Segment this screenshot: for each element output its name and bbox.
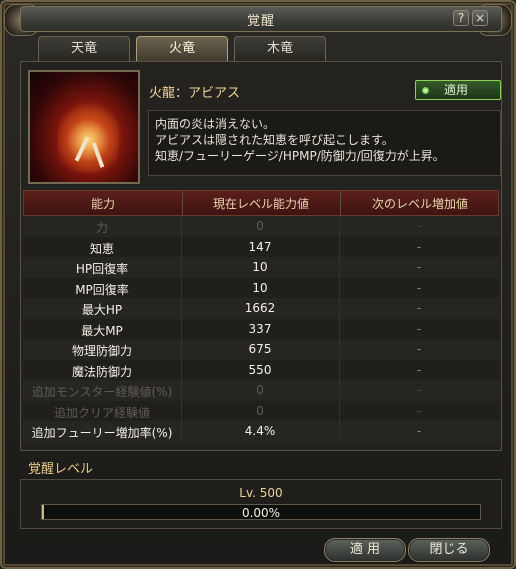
ability-name-cell: 追加モンスター経験値(%) — [31, 385, 173, 399]
table-row: 追加モンスター経験値(%) 0 - — [23, 380, 499, 401]
column-divider — [182, 191, 183, 215]
ability-name-cell: 力 — [95, 221, 108, 235]
column-divider — [339, 318, 340, 339]
column-divider — [340, 191, 341, 215]
current-value-cell: 550 — [248, 362, 272, 377]
help-button[interactable]: ? — [453, 10, 469, 26]
awakening-window: 覚醒 ? × 天竜 火竜 木竜 火龍：アビアス 適用 内面の炎は消えない。 アビ… — [0, 0, 516, 569]
table-body: 力 0 - 知恵 147 - HP回復率 10 - MP回復率 10 - 最大HP 1662 - 最大MP 33… — [23, 216, 499, 442]
table-row: 物理防御力 675 - — [23, 339, 499, 360]
next-increase-cell: - — [416, 280, 422, 295]
header-current-value: 現在レベル能力値 — [212, 197, 309, 211]
ability-name-cell: 物理防御力 — [71, 344, 132, 358]
ability-name-cell: 追加クリア経験値 — [53, 405, 150, 420]
column-divider — [339, 236, 340, 257]
column-divider — [339, 421, 340, 442]
ability-name-cell: 最大MP — [81, 323, 123, 338]
level-text: Lv. 500 — [239, 486, 283, 500]
column-divider — [339, 216, 340, 237]
current-value-cell: 0 — [256, 219, 264, 233]
next-increase-cell: - — [416, 219, 422, 233]
table-row: HP回復率 10 - — [23, 257, 499, 278]
ability-name-cell: 知恵 — [89, 241, 114, 256]
close-window-button[interactable]: × — [472, 10, 488, 26]
progress-bar: 0.00% — [41, 504, 481, 520]
ability-name-cell: 追加フューリー増加率(%) — [31, 426, 173, 440]
column-divider — [339, 380, 340, 401]
next-increase-cell: - — [416, 239, 422, 254]
column-divider — [181, 339, 182, 360]
current-value-cell: 4.4% — [244, 424, 276, 438]
apply-button[interactable]: 適 用 — [324, 538, 406, 562]
table-row: 魔法防御力 550 - — [23, 359, 499, 380]
column-divider — [181, 257, 182, 278]
description-line: 内面の炎は消えない。 — [155, 117, 276, 131]
column-divider — [339, 400, 340, 421]
column-divider — [181, 359, 182, 380]
ability-name-cell: 最大HP — [81, 303, 123, 317]
column-divider — [339, 339, 340, 360]
next-increase-cell: - — [416, 342, 422, 356]
description-line: 知恵/フューリーゲージ/HPMP/防御力/回復力が上昇。 — [155, 149, 445, 163]
current-value-cell: 0 — [256, 403, 264, 418]
column-divider — [181, 216, 182, 237]
current-value-cell: 10 — [252, 280, 268, 295]
header-ability: 能力 — [90, 197, 115, 211]
column-divider — [181, 298, 182, 319]
current-value-cell: 147 — [248, 239, 272, 254]
apply-toggle-label: 適用 — [444, 83, 469, 97]
next-increase-cell: - — [416, 424, 422, 438]
next-increase-cell: - — [416, 403, 422, 418]
table-row: 力 0 - — [23, 216, 499, 237]
tab-wood-dragon[interactable]: 木竜 — [234, 36, 326, 61]
window-title: 覚醒 — [246, 14, 275, 29]
header-next-increase: 次のレベル増加値 — [371, 197, 468, 211]
table-row: 追加フューリー増加率(%) 4.4% - — [23, 421, 499, 442]
dragon-portrait — [28, 70, 140, 184]
table-row: 最大HP 1662 - — [23, 298, 499, 319]
column-divider — [339, 298, 340, 319]
column-divider — [181, 380, 182, 401]
current-value-cell: 675 — [248, 342, 272, 356]
next-increase-cell: - — [416, 301, 422, 315]
table-row: 追加クリア経験値 0 - — [23, 400, 499, 421]
apply-toggle[interactable]: 適用 — [415, 80, 501, 100]
ability-name-cell: 魔法防御力 — [71, 364, 132, 379]
table-row: 知恵 147 - — [23, 236, 499, 257]
ability-name-cell: MP回復率 — [75, 282, 129, 297]
awakening-level-label: 覚醒レベル — [28, 462, 94, 477]
next-increase-cell: - — [416, 321, 422, 336]
column-divider — [181, 318, 182, 339]
title-bar[interactable]: 覚醒 ? × — [20, 6, 502, 32]
current-value-cell: 10 — [252, 260, 268, 274]
column-divider — [339, 257, 340, 278]
next-increase-cell: - — [416, 383, 422, 397]
tab-fire-dragon[interactable]: 火竜 — [136, 36, 228, 62]
column-divider — [181, 277, 182, 298]
current-value-cell: 1662 — [244, 301, 276, 315]
column-divider — [339, 359, 340, 380]
column-divider — [181, 400, 182, 421]
current-value-cell: 337 — [248, 321, 272, 336]
table-row: 最大MP 337 - — [23, 318, 499, 339]
column-divider — [339, 277, 340, 298]
close-button[interactable]: 閉じる — [408, 538, 490, 562]
column-divider — [181, 421, 182, 442]
ability-table: 能力 現在レベル能力値 次のレベル増加値 力 0- 知恵 147- HP回復率 10- MP… — [23, 190, 499, 442]
next-increase-cell: - — [416, 362, 422, 377]
tab-heaven-dragon[interactable]: 天竜 — [38, 36, 130, 61]
dragon-panel: 火龍：アビアス 適用 内面の炎は消えない。 アビアスは隠された知恵を呼び起こしま… — [20, 61, 502, 451]
table-header: 能力 現在レベル能力値 次のレベル増加値 — [23, 190, 499, 216]
column-divider — [181, 236, 182, 257]
dragon-name: 火龍：アビアス — [149, 86, 241, 101]
next-increase-cell: - — [416, 260, 422, 274]
ability-name-cell: HP回復率 — [75, 262, 129, 276]
current-value-cell: 0 — [256, 383, 264, 397]
table-row: MP回復率 10 - — [23, 277, 499, 298]
description-box: 内面の炎は消えない。 アビアスは隠された知恵を呼び起こします。 知恵/フューリー… — [148, 110, 501, 176]
progress-text: 0.00% — [241, 506, 281, 520]
awakening-level-box: Lv. 500 0.00% — [20, 479, 502, 529]
status-dot-icon — [422, 87, 429, 94]
description-line: アビアスは隠された知恵を呼び起こします。 — [155, 133, 394, 147]
